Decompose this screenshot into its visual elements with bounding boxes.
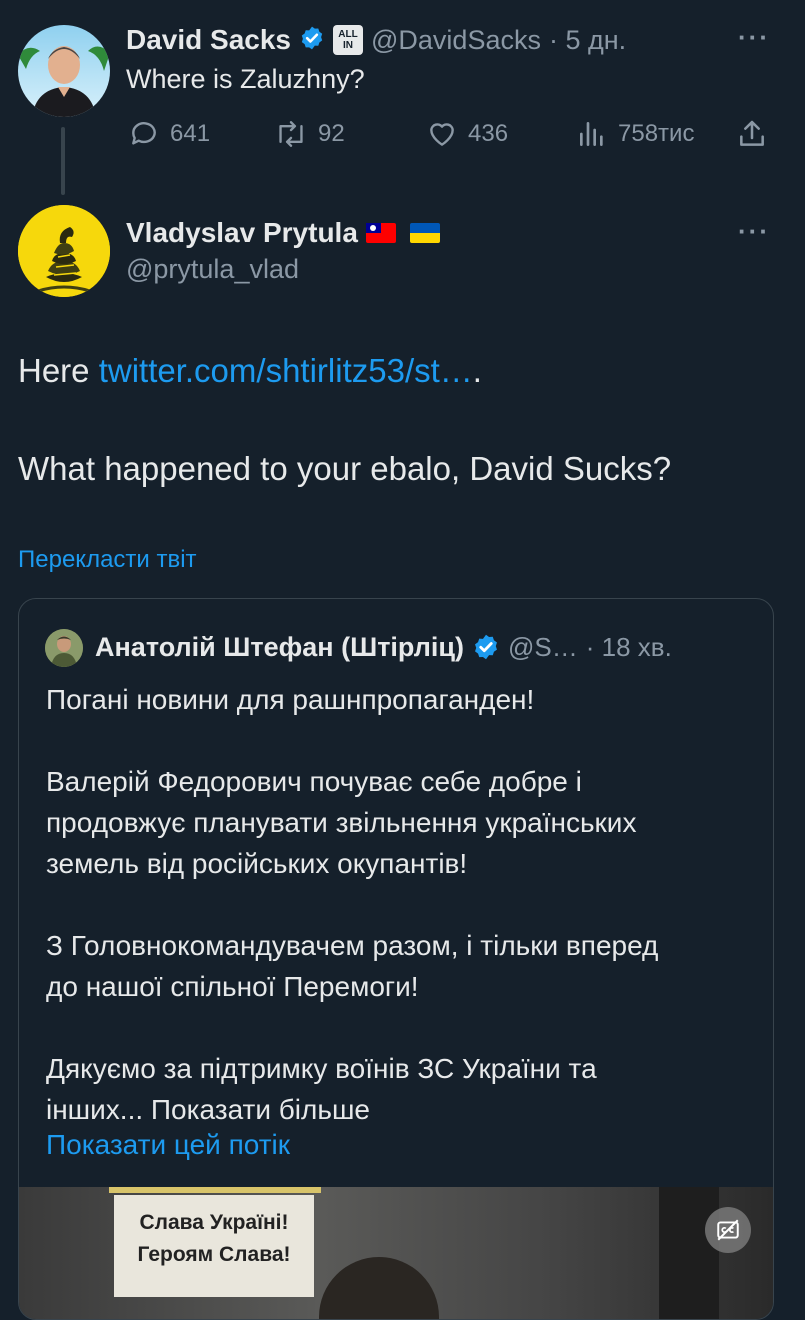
- prytula-avatar[interactable]: [18, 205, 110, 297]
- tweet-text-suffix: .: [472, 352, 482, 389]
- sign-line2: Героям Слава!: [137, 1243, 291, 1266]
- quoted-paragraph-1: Погані новини для рашнпропаганден!: [46, 684, 535, 715]
- show-thread-link[interactable]: Показати цей потік: [46, 1129, 290, 1161]
- captions-off-icon: [717, 1219, 739, 1241]
- taiwan-flag-icon: [365, 223, 396, 243]
- views-chart-icon: [580, 122, 603, 146]
- quoted-paragraph-2-line2: продовжує планувати звільнення українськ…: [46, 807, 637, 838]
- verified-badge-icon: [472, 633, 500, 661]
- david-sacks-avatar[interactable]: [18, 25, 110, 117]
- tweet-text: Where is Zaluzhny?: [126, 64, 365, 94]
- quoted-author-handle: @S…: [508, 631, 578, 662]
- allin-badge-icon: ALL IN: [333, 25, 363, 55]
- thread-line: [61, 127, 65, 195]
- views-count: 758тис: [618, 120, 695, 147]
- ukraine-flag-icon: [409, 223, 440, 243]
- tweet-link[interactable]: twitter.com/shtirlitz53/st…: [99, 352, 473, 389]
- quoted-paragraph-3-line1: З Головнокомандувачем разом, і тільки вп…: [46, 930, 659, 961]
- like-count: 436: [468, 120, 509, 147]
- reply-icon: [132, 122, 156, 145]
- share-button[interactable]: [736, 118, 768, 155]
- retweet-icon: [279, 121, 303, 147]
- author-handle[interactable]: @DavidSacks: [371, 25, 541, 56]
- quoted-tweet-time: · 18 хв.: [585, 631, 672, 662]
- sign-line1: Слава Україні!: [139, 1211, 289, 1234]
- like-button[interactable]: 436: [426, 118, 508, 150]
- author-name[interactable]: David Sacks: [126, 24, 291, 56]
- tweet-text-line2: What happened to your ebalo, David Sucks…: [18, 450, 672, 487]
- quoted-media-image[interactable]: Слава Україні! Героям Слава!: [19, 1187, 773, 1319]
- quoted-tweet-text: Погані новини для рашнпропаганден! Валер…: [46, 679, 756, 1130]
- retweet-count: 92: [318, 120, 345, 147]
- tweet-text: Here twitter.com/shtirlitz53/st….: [18, 352, 482, 390]
- quoted-paragraph-2-line3: земель від російських окупантів!: [46, 848, 468, 879]
- retweet-button[interactable]: 92: [274, 118, 345, 150]
- author-handle[interactable]: @prytula_vlad: [126, 254, 299, 285]
- heart-icon: [430, 123, 454, 146]
- views-button[interactable]: 758тис: [576, 118, 694, 150]
- quoted-author-name: Анатолій Штефан (Штірліц): [95, 631, 464, 662]
- quoted-paragraph-2-line1: Валерій Федорович почуває себе добре і: [46, 766, 582, 797]
- quoted-author-avatar: [45, 629, 83, 667]
- reply-button[interactable]: 641: [128, 118, 210, 150]
- translate-tweet-link[interactable]: Перекласти твіт: [18, 546, 197, 574]
- quoted-paragraph-3-line2: до нашої спільної Перемоги!: [46, 971, 419, 1002]
- more-options-icon[interactable]: ···: [738, 216, 770, 247]
- author-name[interactable]: Vladyslav Prytula: [126, 217, 358, 249]
- share-icon: [740, 120, 764, 146]
- verified-badge-icon: [299, 25, 325, 56]
- quoted-paragraph-4-line1: Дякуємо за підтримку воїнів ЗС України т…: [46, 1053, 597, 1084]
- slava-sign: Слава Україні! Героям Слава!: [114, 1195, 314, 1297]
- reply-count: 641: [170, 120, 211, 147]
- quoted-paragraph-4-line2[interactable]: інших... Показати більше: [46, 1089, 756, 1130]
- captions-button[interactable]: [705, 1207, 751, 1253]
- tweet-time[interactable]: · 5 дн.: [549, 25, 626, 56]
- more-options-icon[interactable]: ···: [738, 22, 770, 53]
- tweet-text-prefix: Here: [18, 352, 99, 389]
- quoted-tweet-card[interactable]: Анатолій Штефан (Штірліц) @S… · 18 хв. П…: [18, 598, 774, 1320]
